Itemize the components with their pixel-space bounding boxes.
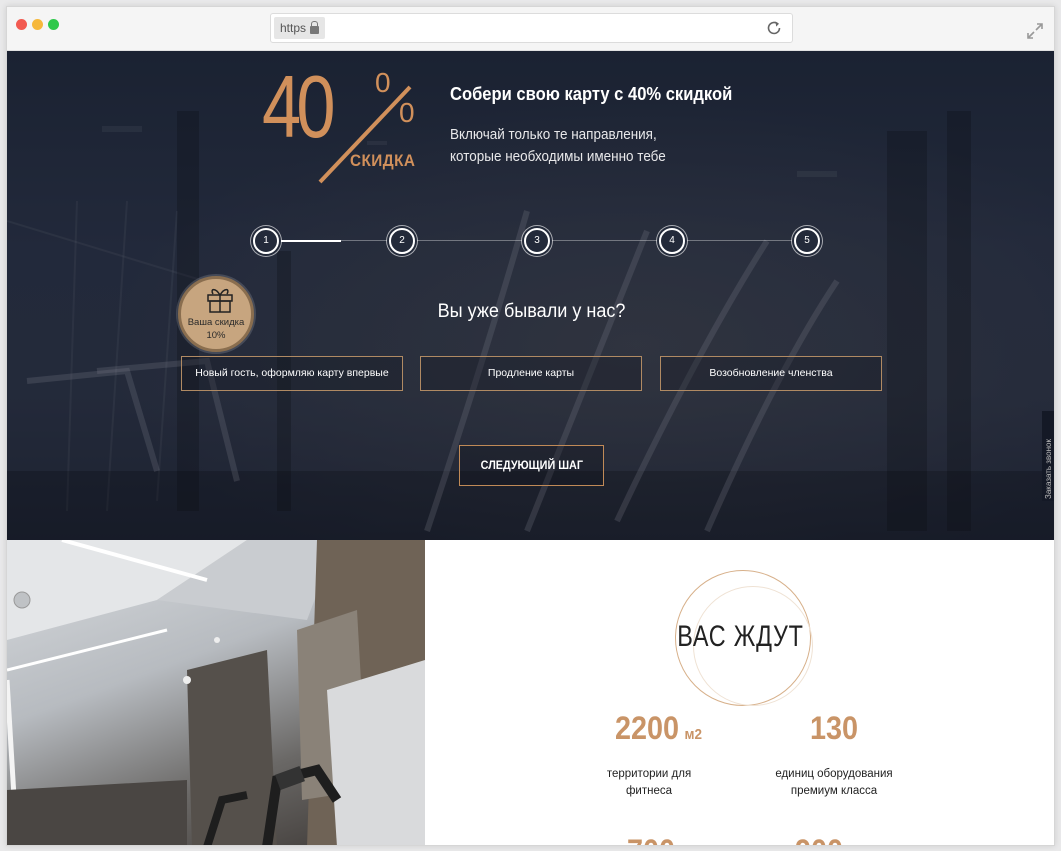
lock-icon [310,20,320,34]
close-window-icon[interactable] [16,19,27,30]
stat-area-value: 2200 м2 [615,710,702,747]
gift-badge-line2: 10% [206,330,226,341]
stat-partial-value-2: 900 [795,833,843,845]
step-3-label: 3 [534,235,540,246]
hero-subtitle-line2: которые необходимы именно тебе [450,149,666,165]
step-4[interactable]: 4 [659,228,685,254]
hero-title: Собери свою карту с 40% скидкой [450,84,733,104]
stat-equipment-label: единиц оборудования премиум класса [744,766,924,800]
step-progress: 1 2 3 4 5 [247,228,820,254]
maximize-window-icon[interactable] [48,19,59,30]
visit-question: Вы уже бывали у нас? [437,301,626,322]
step-2-label: 2 [399,235,405,246]
step-3[interactable]: 3 [524,228,550,254]
discount-badge: 40 0 0 СКИДКА [262,63,422,184]
url-protocol-label: https [280,21,307,35]
next-step-label: СЛЕДУЮЩИЙ ШАГ [480,458,583,472]
callback-side-tab[interactable]: Заказать звонок [1042,411,1054,501]
browser-toolbar: https [7,7,1054,51]
stat-area-number: 2200 [615,710,680,746]
stat-partial-value-1: 700 [627,833,675,845]
next-step-button[interactable]: СЛЕДУЮЩИЙ ШАГ [459,445,604,486]
hero-section: 40 0 0 СКИДКА Собери свою карту с 40% ск… [7,51,1054,540]
option-renew-card-button[interactable]: Продление карты [420,356,642,391]
minimize-window-icon[interactable] [32,19,43,30]
percent-zero-bottom: 0 [399,97,415,128]
step-1[interactable]: 1 [253,228,279,254]
discount-word: СКИДКА [350,151,416,170]
fullscreen-icon[interactable] [1025,21,1045,41]
stat-equipment-value: 130 [810,710,858,747]
step-5[interactable]: 5 [794,228,820,254]
stat-equipment-label-line1: единиц оборудования [775,768,893,780]
stat-area-label-line2: фитнеса [625,785,673,797]
stat-area-unit: м2 [684,726,702,743]
stats-heading: ВАС ЖДУТ [677,620,804,653]
stat-area-label: территории для фитнеса [559,766,739,800]
step-1-label: 1 [263,235,269,246]
reload-icon[interactable] [765,19,783,37]
step-2[interactable]: 2 [389,228,415,254]
gym-interior-drawing [7,540,425,845]
step-5-label: 5 [804,235,810,246]
step-4-label: 4 [669,235,675,246]
gym-interior-photo [7,540,425,845]
stat-equipment-label-line2: премиум класса [790,785,878,797]
hero-subtitle-line1: Включай только те направления, [450,127,657,143]
stat-area-label-line1: территории для [606,768,692,780]
callback-side-tab-label: Заказать звонок [1044,439,1053,499]
address-bar[interactable]: https [270,13,793,43]
stat-equipment-number: 130 [810,710,859,746]
option-resume-membership-button[interactable]: Возобновление членства [660,356,882,391]
hero-subtitle: Включай только те направления, которые н… [450,124,666,168]
browser-window: https 40 0 0 СКИДКА Собери свою карту с … [6,6,1055,846]
url-protocol: https [274,17,326,39]
stats-section: ВАС ЖДУТ 2200 м2 территории для фитнеса 1… [425,540,1054,845]
option-new-guest-button[interactable]: Новый гость, оформляю карту впервые [181,356,403,391]
